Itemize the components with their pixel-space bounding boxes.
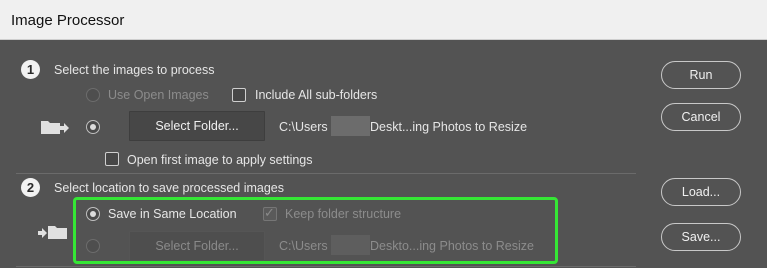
- include-subfolders-label: Include All sub-folders: [255, 88, 378, 102]
- cancel-button[interactable]: Cancel: [661, 103, 741, 131]
- source-path-prefix: C:\Users: [279, 120, 328, 134]
- highlight-box: [73, 197, 558, 264]
- select-folder-radio[interactable]: [86, 120, 100, 134]
- include-subfolders-checkbox[interactable]: [232, 88, 246, 102]
- open-first-image-label: Open first image to apply settings: [127, 153, 313, 167]
- step-1-badge: 1: [21, 60, 40, 79]
- source-folder-icon: [41, 121, 69, 134]
- destination-folder-icon: [38, 226, 67, 239]
- source-path-suffix: Deskt...ing Photos to Resize: [370, 120, 528, 134]
- section1-heading: Select the images to process: [54, 63, 215, 77]
- use-open-images-label: Use Open Images: [108, 88, 209, 102]
- step-2-badge: 2: [21, 178, 40, 197]
- run-button[interactable]: Run: [661, 61, 741, 89]
- section2-heading: Select location to save processed images: [54, 181, 284, 195]
- section-divider: [16, 266, 636, 267]
- open-first-image-checkbox[interactable]: [105, 152, 119, 166]
- use-open-images-radio[interactable]: [86, 88, 100, 102]
- load-button[interactable]: Load...: [661, 178, 741, 206]
- image-processor-dialog: 1 Select the images to process Use Open …: [0, 40, 767, 268]
- section-divider: [16, 173, 636, 174]
- select-source-folder-button[interactable]: Select Folder...: [129, 111, 265, 141]
- save-button[interactable]: Save...: [661, 223, 741, 251]
- title-bar: Image Processor: [0, 0, 767, 40]
- window-title: Image Processor: [11, 12, 125, 29]
- redacted-username: [331, 116, 370, 136]
